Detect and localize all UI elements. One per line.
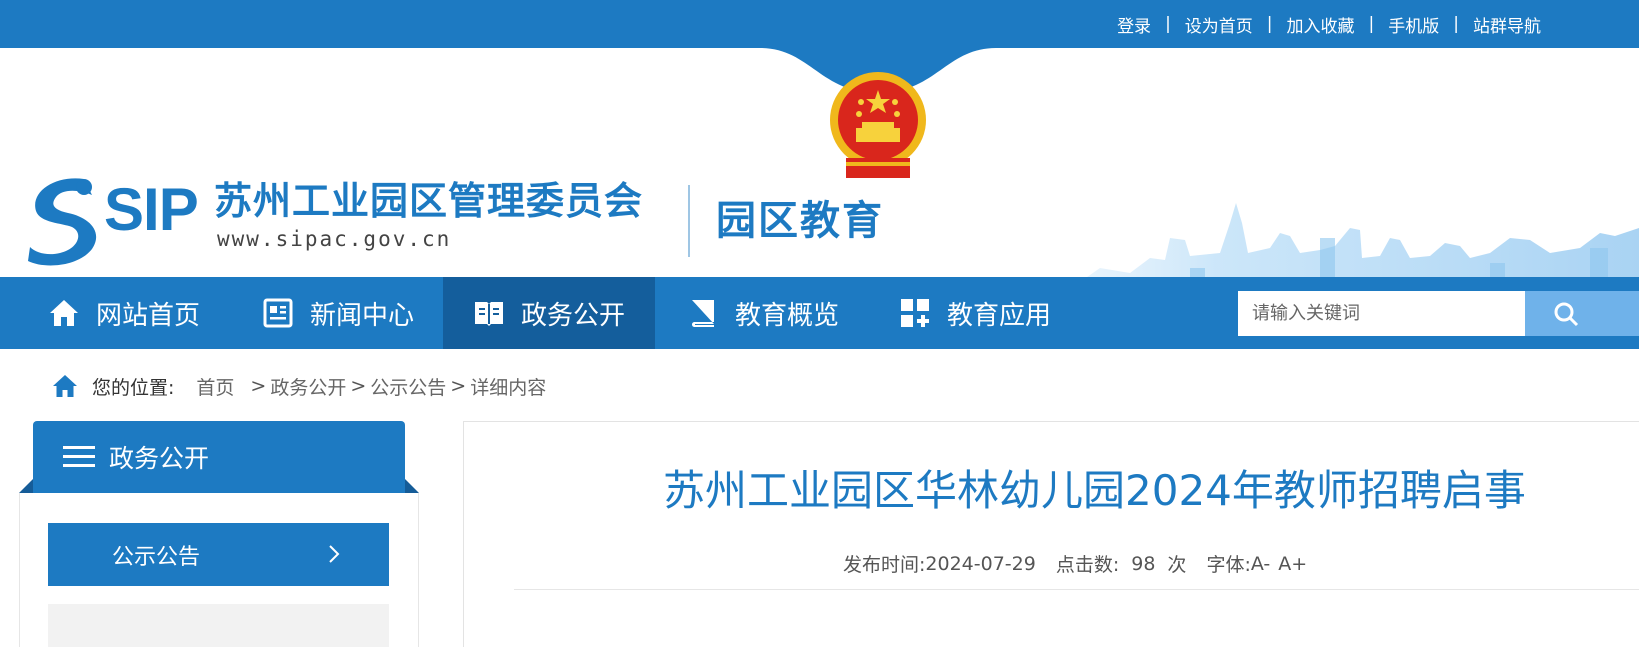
book-icon: [692, 300, 714, 327]
nav-item-news[interactable]: 新闻中心: [262, 277, 414, 349]
sidebar-item-label: 公示公告: [112, 544, 201, 570]
sidebar-item-announcements[interactable]: 公示公告: [48, 523, 389, 586]
city-skyline-image: [1087, 203, 1639, 277]
separator: |: [1266, 14, 1273, 34]
menu-icon: [63, 446, 95, 467]
breadcrumb-prefix: 您的位置:: [92, 376, 175, 399]
site-group-nav-link[interactable]: 站群导航: [1473, 12, 1541, 37]
font-smaller-button[interactable]: A-: [1251, 553, 1270, 575]
page: 登录 | 设为首页 | 加入收藏 | 手机版 | 站群导航 SIP 苏州工业园区…: [0, 0, 1639, 647]
login-link[interactable]: 登录: [1117, 12, 1151, 37]
nav-item-label: 政务公开: [521, 300, 626, 331]
news-icon: [263, 298, 293, 328]
separator: |: [1453, 14, 1459, 34]
breadcrumb-government-affairs-link[interactable]: 政务公开: [270, 373, 346, 400]
breadcrumb: 您的位置: 首页 > 政务公开 > 公示公告 > 详细内容: [52, 372, 546, 400]
nav-item-education-apps[interactable]: 教育应用: [899, 277, 1051, 349]
national-emblem-logo: [830, 72, 926, 178]
sidebar-fold-decoration: [405, 479, 419, 493]
breadcrumb-current: 详细内容: [470, 376, 547, 399]
article-panel: [463, 421, 1639, 647]
sidebar-fold-decoration: [19, 479, 33, 493]
nav-item-education-overview[interactable]: 教育概览: [687, 277, 839, 349]
font-larger-button[interactable]: A+: [1278, 553, 1307, 575]
breadcrumb-separator: >: [250, 375, 267, 397]
header: SIP 苏州工业园区管理委员会 www.sipac.gov.cn 园区教育: [0, 48, 1639, 277]
article-title: 苏州工业园区华林幼儿园2024年教师招聘启事: [663, 466, 1526, 515]
breadcrumb-home-link[interactable]: 首页: [196, 373, 234, 400]
nav-item-government-affairs[interactable]: 政务公开: [443, 277, 655, 349]
nav-item-home[interactable]: 网站首页: [48, 277, 200, 349]
home-icon: [53, 375, 77, 397]
article-meta: 发布时间: 2024-07-29 点击数: 98 次 字体: A- A+: [843, 550, 1307, 577]
header-curve-decoration: [760, 48, 996, 93]
separator: |: [1368, 14, 1375, 34]
nav-item-label: 新闻中心: [310, 300, 415, 331]
sidebar-title: 政务公开: [109, 444, 210, 473]
nav-item-label: 网站首页: [96, 300, 201, 331]
sip-logo-icon: [28, 178, 97, 266]
click-count-value: 98: [1131, 552, 1156, 575]
breadcrumb-separator: >: [350, 375, 367, 397]
top-bar: 登录 | 设为首页 | 加入收藏 | 手机版 | 站群导航: [0, 0, 1639, 48]
organization-name: 苏州工业园区管理委员会: [214, 179, 644, 223]
breadcrumb-announcements-link[interactable]: 公示公告: [370, 373, 446, 400]
font-size-label: 字体:: [1206, 554, 1251, 576]
nav-item-label: 教育应用: [947, 300, 1052, 331]
search-icon: [1554, 302, 1579, 327]
sidebar-header: 政务公开: [33, 421, 405, 493]
sidebar-item-next[interactable]: [48, 604, 389, 647]
home-icon: [50, 300, 78, 326]
sip-logo-text: SIP: [104, 176, 199, 243]
header-divider: [688, 185, 690, 257]
add-favorite-link[interactable]: 加入收藏: [1287, 12, 1355, 37]
publish-date: 2024-07-29: [925, 552, 1036, 575]
separator: |: [1165, 14, 1171, 34]
search-input[interactable]: [1238, 291, 1525, 336]
click-count-unit: 次: [1167, 554, 1187, 576]
meta-divider: [514, 589, 1639, 590]
nav-item-label: 教育概览: [735, 300, 840, 331]
chevron-right-icon: [329, 545, 340, 563]
apps-icon: [901, 299, 929, 327]
book-open-icon: [475, 302, 503, 326]
top-links: 登录 | 设为首页 | 加入收藏 | 手机版 | 站群导航: [1117, 0, 1541, 48]
site-name: 园区教育: [716, 198, 884, 244]
mobile-version-link[interactable]: 手机版: [1388, 12, 1439, 37]
publish-time-label: 发布时间:: [843, 554, 926, 576]
click-count-label: 点击数:: [1055, 554, 1120, 576]
breadcrumb-separator: >: [450, 375, 467, 397]
organization-url: www.sipac.gov.cn: [217, 227, 452, 251]
set-homepage-link[interactable]: 设为首页: [1185, 12, 1253, 37]
search-button[interactable]: [1525, 291, 1639, 336]
